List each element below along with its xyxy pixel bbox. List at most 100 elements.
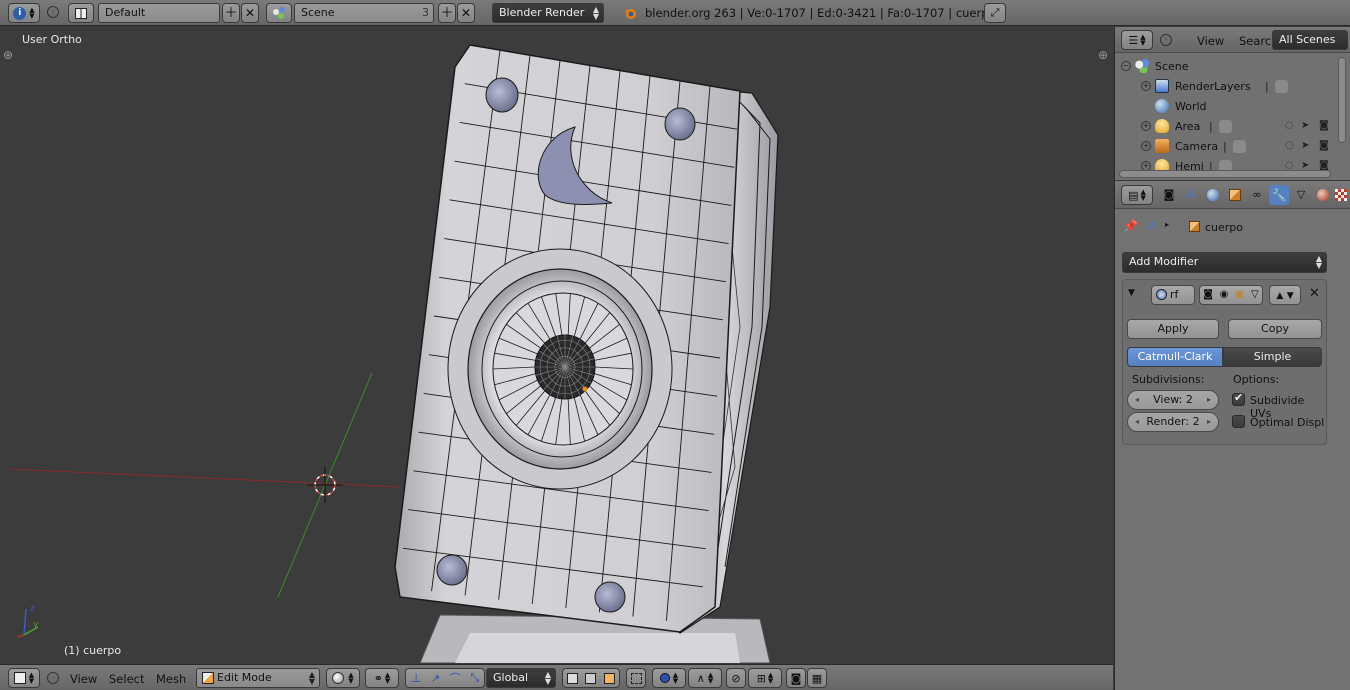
face-select-icon[interactable] xyxy=(604,672,616,684)
editor-type-button[interactable]: ▤ ▲ ▼ xyxy=(1121,185,1153,205)
collapse-menus-icon[interactable]: · xyxy=(47,672,59,684)
outliner-item-renderlayers[interactable]: + RenderLayers | xyxy=(1115,77,1335,97)
collapse-menus-icon[interactable]: · xyxy=(1160,34,1172,46)
modifier-move-group[interactable]: ▲ ▼ xyxy=(1269,285,1301,305)
scene-icon-button[interactable] xyxy=(266,3,292,23)
viewport-shading-dropdown[interactable]: ▲ ▼ xyxy=(326,668,360,688)
pivot-point-dropdown[interactable]: ⚭ ▲ ▼ xyxy=(365,668,399,688)
tab-texture[interactable] xyxy=(1335,185,1349,205)
translate-icon[interactable]: ↗ xyxy=(431,672,440,685)
screen-layout-field[interactable]: Default xyxy=(98,3,220,23)
mode-dropdown[interactable]: Edit Mode ▲ ▼ xyxy=(196,668,320,688)
camera-icon[interactable]: ◙ xyxy=(1319,140,1329,151)
outliner-item-scene[interactable]: − Scene xyxy=(1115,57,1335,77)
render-opengl-button[interactable]: ◙ xyxy=(786,668,806,688)
object-data-icon[interactable] xyxy=(1275,80,1288,93)
tab-world[interactable] xyxy=(1203,185,1223,205)
screen-layout-icon-button[interactable] xyxy=(68,3,94,23)
expand-icon[interactable]: + xyxy=(1141,121,1151,131)
collapse-menus-icon[interactable]: · xyxy=(47,6,59,18)
manipulator-toggle-icon[interactable]: ⊥ xyxy=(411,671,421,685)
modifier-visibility-group[interactable]: ◙ ◉ ▣ ▽ xyxy=(1199,285,1263,305)
expand-icon[interactable]: + xyxy=(1141,141,1151,151)
cursor-icon[interactable]: ➤ xyxy=(1301,120,1309,131)
optimal-display-checkbox[interactable] xyxy=(1232,415,1245,428)
tab-material[interactable] xyxy=(1313,185,1333,205)
add-scene-button[interactable]: ＋ xyxy=(438,3,456,23)
tab-object[interactable] xyxy=(1225,185,1245,205)
collapse-icon[interactable]: − xyxy=(1121,61,1131,71)
increment-icon[interactable]: ▸ xyxy=(1207,413,1211,431)
tab-render[interactable]: ◙ xyxy=(1159,185,1179,205)
outliner-item-world[interactable]: World xyxy=(1115,97,1335,117)
camera-icon[interactable]: ◙ xyxy=(1203,286,1213,304)
mesh-menu[interactable]: Mesh xyxy=(156,672,186,686)
edge-select-icon[interactable] xyxy=(585,672,597,684)
simple-toggle[interactable]: Simple xyxy=(1223,347,1322,367)
eye-icon[interactable]: ◌ xyxy=(1285,120,1294,131)
outliner-scrollbar-horizontal[interactable] xyxy=(1119,170,1331,178)
tab-constraints[interactable]: ∞ xyxy=(1247,185,1267,205)
modifier-name-field[interactable]: rf xyxy=(1151,285,1195,305)
render-engine-dropdown[interactable]: Blender Render ▲ ▼ xyxy=(492,3,604,23)
remove-screen-button[interactable]: ✕ xyxy=(241,3,259,23)
view-levels-field[interactable]: ◂ View: 2 ▸ xyxy=(1127,390,1219,410)
plus-icon: ＋ xyxy=(224,5,238,21)
transform-orientation-dropdown[interactable]: Global ▲ ▼ xyxy=(486,668,556,688)
manipulator-group[interactable]: ⊥ ↗ ⌒ ⤡ xyxy=(405,668,485,688)
outliner-display-mode-dropdown[interactable]: All Scenes xyxy=(1272,30,1348,50)
remove-scene-button[interactable]: ✕ xyxy=(457,3,475,23)
camera-icon[interactable]: ◙ xyxy=(1319,120,1329,131)
rotate-icon[interactable]: ⌒ xyxy=(450,670,461,686)
add-screen-button[interactable]: ＋ xyxy=(222,3,240,23)
select-mode-group[interactable] xyxy=(562,668,620,688)
editor-type-button[interactable]: ☰ ▲ ▼ xyxy=(1121,30,1153,50)
select-menu[interactable]: Select xyxy=(109,672,144,686)
vertex-select-icon[interactable] xyxy=(566,672,578,684)
subdivide-uvs-checkbox[interactable]: ✔ xyxy=(1232,391,1245,406)
remove-modifier-icon[interactable]: ✕ xyxy=(1309,286,1320,301)
increment-icon[interactable]: ▸ xyxy=(1207,391,1211,409)
eye-icon[interactable]: ◉ xyxy=(1220,286,1229,304)
outliner-scrollbar-vertical[interactable] xyxy=(1338,57,1346,143)
outliner-item-camera[interactable]: + Camera | ◌ ➤ ◙ xyxy=(1115,137,1335,157)
view-menu[interactable]: View xyxy=(70,672,97,686)
catmull-clark-toggle[interactable]: Catmull-Clark xyxy=(1127,347,1223,367)
move-up-icon[interactable]: ▲ xyxy=(1276,291,1283,301)
pin-icon[interactable]: 📌 xyxy=(1123,219,1138,233)
tab-data[interactable]: ▽ xyxy=(1291,185,1311,205)
add-modifier-dropdown[interactable]: Add Modifier ▲ ▼ xyxy=(1122,252,1327,273)
collapse-modifier-icon[interactable]: ▼ xyxy=(1128,288,1135,298)
falloff-dropdown[interactable]: ∧ ▲ ▼ xyxy=(688,668,722,688)
scale-icon[interactable]: ⤡ xyxy=(470,671,479,685)
3d-cursor-icon[interactable] xyxy=(307,467,343,503)
tab-modifiers[interactable]: 🔧 xyxy=(1269,185,1289,205)
render-animation-button[interactable]: ▦ xyxy=(807,668,827,688)
decrement-icon[interactable]: ◂ xyxy=(1135,391,1139,409)
viewport-scene[interactable]: z y xyxy=(0,27,1113,663)
editor-type-button[interactable]: ▲ ▼ xyxy=(8,668,40,688)
proportional-edit-dropdown[interactable]: ▲ ▼ xyxy=(652,668,686,688)
cursor-icon[interactable]: ➤ xyxy=(1301,140,1309,151)
editmode-icon[interactable]: ▣ xyxy=(1235,286,1244,304)
object-data-icon[interactable] xyxy=(1219,120,1232,133)
fullscreen-button[interactable]: ⤢ xyxy=(984,3,1006,23)
limit-selection-button[interactable] xyxy=(626,668,646,688)
move-down-icon[interactable]: ▼ xyxy=(1287,291,1294,301)
editor-type-button[interactable]: i ▲ ▼ xyxy=(8,3,40,23)
tab-scene[interactable]: ⁂ xyxy=(1181,185,1201,205)
outliner-item-area[interactable]: + Area | ◌ ➤ ◙ xyxy=(1115,117,1335,137)
expand-icon[interactable]: + xyxy=(1141,81,1151,91)
snap-toggle-button[interactable]: ⊘ xyxy=(726,668,746,688)
cage-icon[interactable]: ▽ xyxy=(1251,286,1259,304)
outliner-view-menu[interactable]: View xyxy=(1197,34,1224,48)
scene-field[interactable]: Scene 3 xyxy=(294,3,434,23)
render-levels-field[interactable]: ◂ Render: 2 ▸ xyxy=(1127,412,1219,432)
copy-button[interactable]: Copy xyxy=(1228,319,1322,339)
3d-viewport[interactable]: ⊕ ⊕ User Ortho z y (1) cuerpo xyxy=(0,27,1113,663)
eye-icon[interactable]: ◌ xyxy=(1285,140,1294,151)
decrement-icon[interactable]: ◂ xyxy=(1135,413,1139,431)
apply-button[interactable]: Apply xyxy=(1127,319,1219,339)
object-data-icon[interactable] xyxy=(1233,140,1246,153)
snap-element-dropdown[interactable]: ⊞ ▲ ▼ xyxy=(748,668,782,688)
